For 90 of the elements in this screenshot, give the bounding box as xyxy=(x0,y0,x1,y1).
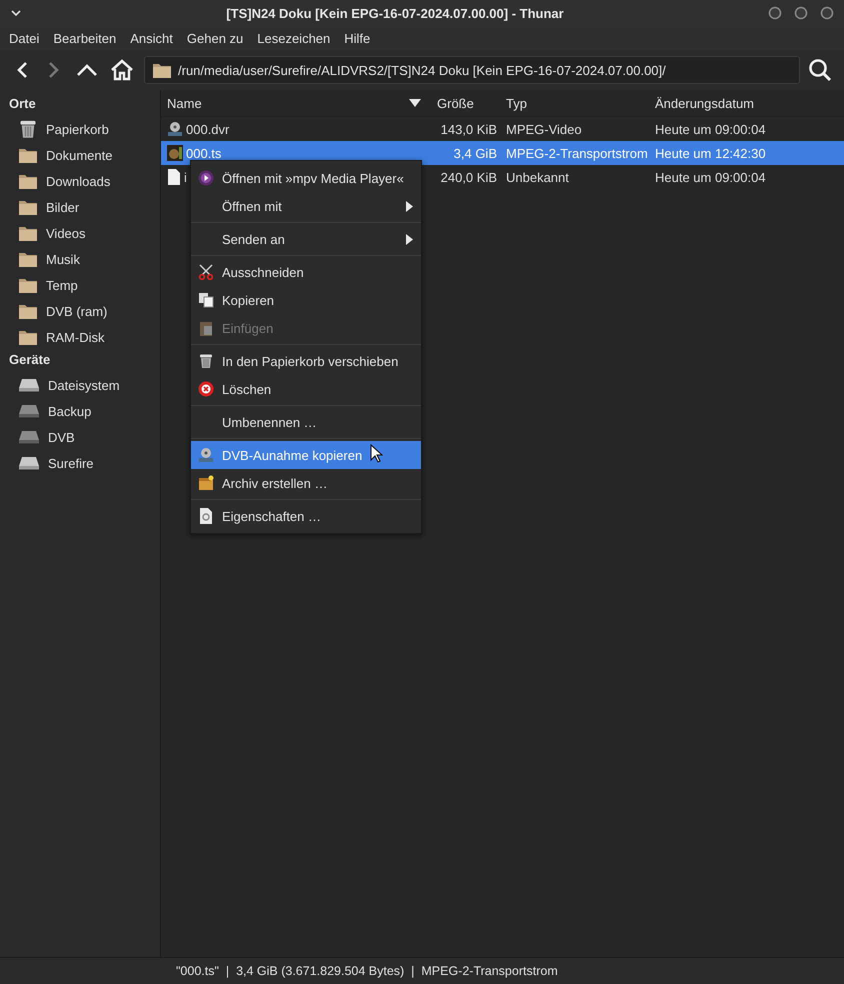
folder-icon xyxy=(18,302,38,320)
drive-icon xyxy=(18,404,40,418)
sidebar-item[interactable]: Videos xyxy=(0,220,160,246)
menu-item[interactable]: Lesezeichen xyxy=(250,30,338,46)
delete-icon xyxy=(198,381,214,397)
scissors-icon xyxy=(198,264,214,280)
menu-item[interactable]: DVB-Aunahme kopieren xyxy=(191,441,421,469)
file-type: MPEG-2-Transportstrom xyxy=(505,146,649,160)
sidebar-item[interactable]: DVB xyxy=(0,424,160,450)
folder-icon xyxy=(18,146,38,164)
archive-icon xyxy=(198,475,214,491)
file-name: i xyxy=(184,170,187,184)
menu-item[interactable]: Ansicht xyxy=(123,30,180,46)
file-type: Unbekannt xyxy=(505,170,570,184)
menu-item[interactable]: Kopieren xyxy=(191,286,421,314)
file-size: 240,0 KiB xyxy=(440,170,497,184)
menu-item[interactable]: Datei xyxy=(2,30,46,46)
drive-icon xyxy=(18,378,40,392)
menu-item[interactable]: Umbenennen … xyxy=(191,408,421,436)
menu-item[interactable]: Senden an xyxy=(191,225,421,253)
file-name: 000.ts xyxy=(186,146,222,160)
trash-icon xyxy=(18,119,38,139)
sidebar-item[interactable]: Dateisystem xyxy=(0,372,160,398)
folder-icon xyxy=(18,172,38,190)
submenu-arrow-icon xyxy=(406,200,413,212)
menu-item[interactable]: Öffnen mit xyxy=(191,192,421,220)
sidebar-item[interactable]: Musik xyxy=(0,246,160,272)
column-header[interactable]: Änderungsdatum xyxy=(655,96,754,110)
file-name: 000.dvr xyxy=(186,122,230,136)
mouse-pointer-icon xyxy=(370,444,383,463)
video-thumbnail-icon xyxy=(167,145,183,161)
menu-item[interactable]: Bearbeiten xyxy=(46,30,124,46)
search-button[interactable] xyxy=(808,58,832,82)
up-button[interactable] xyxy=(76,63,98,77)
trash-icon xyxy=(198,353,214,369)
close-button[interactable] xyxy=(820,6,834,20)
menu-item[interactable]: Hilfe xyxy=(337,30,378,46)
file-size: 3,4 GiB xyxy=(452,146,497,160)
folder-icon xyxy=(18,328,38,346)
sidebar-item[interactable]: DVB (ram) xyxy=(0,298,160,324)
maximize-button[interactable] xyxy=(794,6,808,20)
submenu-arrow-icon xyxy=(406,234,413,244)
play-icon xyxy=(198,170,214,186)
menu-item[interactable]: In den Papierkorb verschieben xyxy=(191,347,421,375)
folder-icon xyxy=(18,250,38,268)
menu-item[interactable]: Löschen xyxy=(191,375,421,403)
sidebar-item[interactable]: RAM-Disk xyxy=(0,324,160,350)
file-type: MPEG-Video xyxy=(505,122,583,136)
window-menu-icon[interactable] xyxy=(10,9,22,17)
sidebar-item[interactable]: Surefire xyxy=(0,450,160,476)
copy-icon xyxy=(198,292,214,308)
status-text: "000.ts" | 3,4 GiB (3.671.829.504 Bytes) | MPEG-2-Transportstrom xyxy=(176,964,558,978)
file-date: Heute um 12:42:30 xyxy=(655,146,766,160)
location-field[interactable]: /run/media/user/Surefire/ALIDVRS2/[TS]N24 Doku [Kein EPG-16-07-2024.07.00.00]/ xyxy=(144,56,800,84)
file-date: Heute um 09:00:04 xyxy=(655,122,766,136)
column-header[interactable]: Typ xyxy=(497,96,655,110)
back-button[interactable] xyxy=(16,60,30,80)
file-date: Heute um 09:00:04 xyxy=(655,170,766,184)
folder-icon xyxy=(18,198,38,216)
column-header[interactable]: Größe xyxy=(431,96,497,110)
sidebar-heading: Geräte xyxy=(8,351,52,369)
film-reel-icon xyxy=(198,447,214,463)
folder-icon xyxy=(18,276,38,294)
sidebar-item[interactable]: Bilder xyxy=(0,194,160,220)
drive-icon xyxy=(18,456,40,470)
folder-icon xyxy=(152,61,172,79)
menu-item[interactable]: Archiv erstellen … xyxy=(191,469,421,497)
menu-item[interactable]: Ausschneiden xyxy=(191,258,421,286)
sidebar-heading: Orte xyxy=(8,95,37,113)
minimize-button[interactable] xyxy=(768,6,782,20)
sidebar-item[interactable]: Backup xyxy=(0,398,160,424)
clipboard-icon xyxy=(198,320,214,336)
sidebar-item[interactable]: Dokumente xyxy=(0,142,160,168)
sort-descending-icon xyxy=(409,99,421,107)
menu-item[interactable]: Öffnen mit »mpv Media Player« xyxy=(191,164,421,192)
column-header[interactable]: Name xyxy=(161,96,431,110)
window-title: [TS]N24 Doku [Kein EPG-16-07-2024.07.00.00] - Thunar xyxy=(225,6,565,20)
file-icon xyxy=(167,169,181,185)
drive-icon xyxy=(18,430,40,444)
film-reel-icon xyxy=(167,121,183,137)
sidebar-item[interactable]: Downloads xyxy=(0,168,160,194)
properties-icon xyxy=(199,508,213,524)
file-row[interactable]: 000.ts 3,4 GiB MPEG-2-Transportstrom Heute um 12:42:30 xyxy=(161,141,844,165)
menu-item[interactable]: Gehen zu xyxy=(180,30,250,46)
home-button[interactable] xyxy=(110,59,134,81)
folder-icon xyxy=(18,224,38,242)
menu-item[interactable]: Eigenschaften … xyxy=(191,502,421,530)
file-size: 143,0 KiB xyxy=(440,122,497,136)
sidebar-item[interactable]: Temp xyxy=(0,272,160,298)
sidebar-item[interactable]: Papierkorb xyxy=(0,116,160,142)
